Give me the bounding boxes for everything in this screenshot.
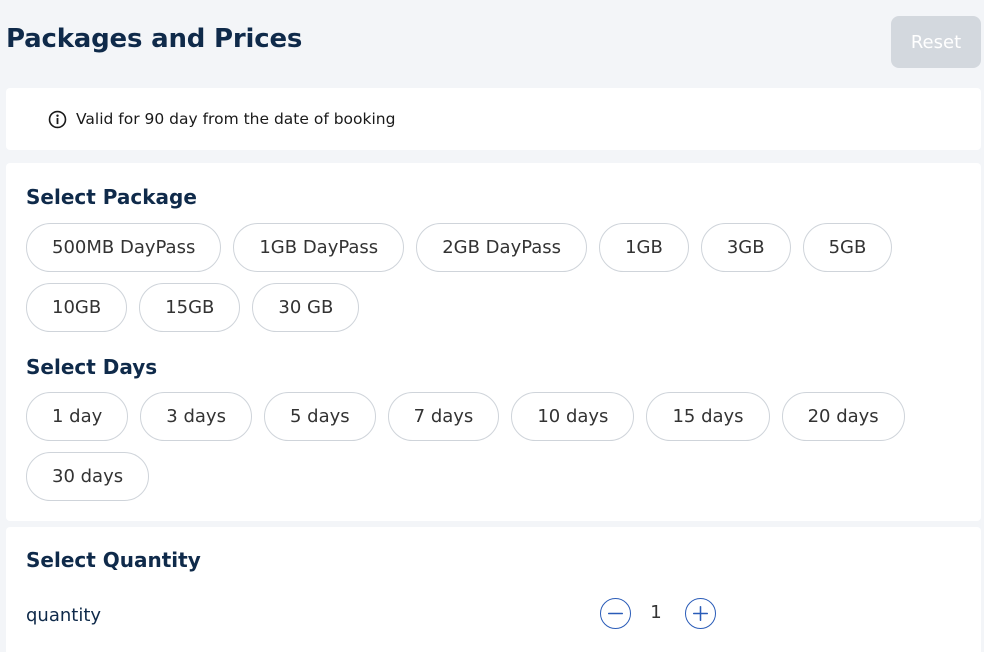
package-option[interactable]: 10GB [26,283,128,332]
package-option[interactable]: 5GB [802,223,893,272]
day-option[interactable]: 3 days [140,392,252,441]
selection-card: Select Package 500MB DayPass 1GB DayPass… [6,163,981,521]
package-option[interactable]: 1GB DayPass [233,223,405,272]
package-options: 500MB DayPass 1GB DayPass 2GB DayPass 1G… [26,223,946,332]
quantity-card: Select Quantity quantity 1 [6,527,981,652]
day-option[interactable]: 20 days [781,392,905,441]
package-option[interactable]: 500MB DayPass [26,223,222,272]
quantity-decrement-button[interactable] [600,598,631,629]
select-quantity-heading: Select Quantity [26,548,201,572]
quantity-value: 1 [650,602,662,623]
select-days-heading: Select Days [26,355,158,379]
plus-icon [692,605,709,622]
quantity-label: quantity [26,605,102,626]
info-banner: Valid for 90 day from the date of bookin… [6,88,981,150]
package-option[interactable]: 3GB [700,223,791,272]
package-option[interactable]: 1GB [599,223,689,272]
package-option[interactable]: 30 GB [252,283,360,332]
validity-note: Valid for 90 day from the date of bookin… [76,110,396,128]
day-option[interactable]: 15 days [646,392,770,441]
select-package-heading: Select Package [26,185,197,209]
day-option[interactable]: 5 days [263,392,376,441]
minus-icon [607,612,624,615]
day-options: 1 day 3 days 5 days 7 days 10 days 15 da… [26,392,946,501]
day-option[interactable]: 30 days [26,452,150,501]
page-title: Packages and Prices [6,24,303,54]
info-icon [48,110,67,129]
reset-button[interactable]: Reset [891,16,981,68]
day-option[interactable]: 1 day [26,392,129,441]
quantity-increment-button[interactable] [685,598,716,629]
day-option[interactable]: 10 days [511,392,635,441]
day-option[interactable]: 7 days [387,392,500,441]
package-option[interactable]: 2GB DayPass [416,223,588,272]
package-option[interactable]: 15GB [139,283,241,332]
